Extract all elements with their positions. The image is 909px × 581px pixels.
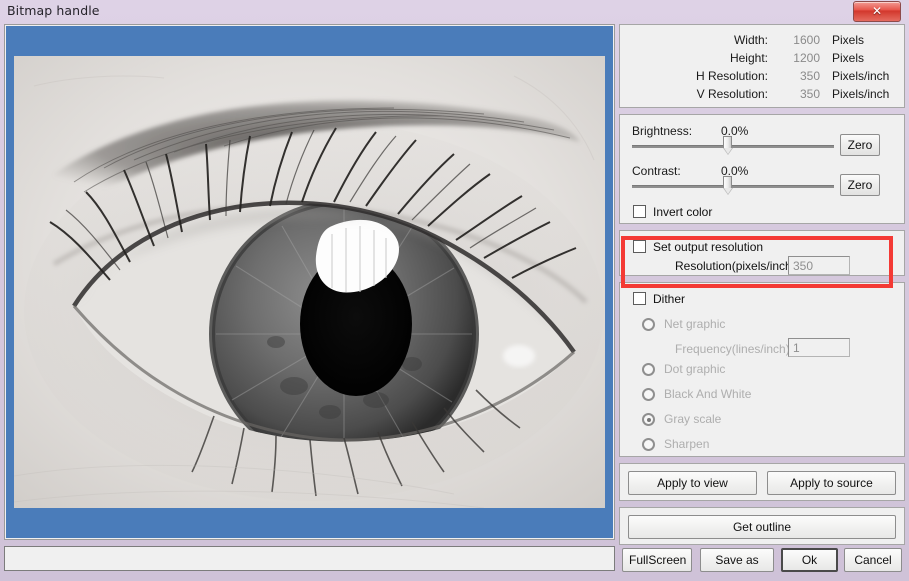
radio-black-and-white[interactable] [642, 388, 655, 401]
fullscreen-button[interactable]: FullScreen [622, 548, 692, 572]
close-button[interactable]: ✕ [853, 1, 901, 22]
radio-gray-scale-label: Gray scale [664, 412, 721, 426]
radio-black-and-white-label: Black And White [664, 387, 751, 401]
set-output-resolution-label: Set output resolution [653, 240, 763, 254]
adjust-group: Brightness: 0.0% Zero Contrast: 0.0% Zer… [619, 114, 905, 224]
get-outline-button[interactable]: Get outline [628, 515, 896, 539]
window-title: Bitmap handle [7, 3, 100, 18]
save-as-button[interactable]: Save as [700, 548, 774, 572]
radio-dot-graphic[interactable] [642, 363, 655, 376]
brightness-label: Brightness: [632, 124, 692, 138]
dither-checkbox[interactable] [633, 292, 646, 305]
title-bar: Bitmap handle ✕ [0, 0, 909, 22]
info-label: V Resolution: [620, 85, 768, 103]
frequency-label: Frequency(lines/inch): [675, 342, 793, 356]
resolution-field-label: Resolution(pixels/inch) [675, 259, 796, 273]
image-info-group: Width: 1600 Pixels Height: 1200 Pixels H… [619, 24, 905, 108]
info-unit: Pixels [832, 49, 864, 67]
controls-column: Width: 1600 Pixels Height: 1200 Pixels H… [619, 24, 905, 551]
output-resolution-group: Set output resolution Resolution(pixels/… [619, 230, 905, 276]
cancel-button[interactable]: Cancel [844, 548, 902, 572]
get-outline-group: Get outline [619, 507, 905, 545]
status-bar [4, 546, 615, 571]
letterbox-band-bottom [6, 508, 613, 538]
radio-dot-graphic-label: Dot graphic [664, 362, 725, 376]
radio-net-graphic-label: Net graphic [664, 317, 725, 331]
invert-color-checkbox[interactable] [633, 205, 646, 218]
apply-to-view-button[interactable]: Apply to view [628, 471, 757, 495]
image-preview-canvas[interactable] [6, 26, 613, 538]
dither-group: Dither Net graphic Frequency(lines/inch)… [619, 282, 905, 457]
eye-photograph [14, 56, 605, 508]
info-row-h-resolution: H Resolution: 350 Pixels/inch [620, 67, 904, 85]
contrast-zero-button[interactable]: Zero [840, 174, 880, 196]
info-value: 350 [776, 67, 820, 85]
brightness-zero-button[interactable]: Zero [840, 134, 880, 156]
info-unit: Pixels/inch [832, 85, 889, 103]
bitmap-handle-dialog: Bitmap handle ✕ [0, 0, 909, 581]
info-unit: Pixels/inch [832, 67, 889, 85]
set-output-resolution-checkbox[interactable] [633, 240, 646, 253]
info-value: 1600 [776, 31, 820, 49]
info-value: 350 [776, 85, 820, 103]
apply-to-source-button[interactable]: Apply to source [767, 471, 896, 495]
ok-button[interactable]: Ok [781, 548, 838, 572]
close-icon: ✕ [854, 2, 900, 21]
info-value: 1200 [776, 49, 820, 67]
dither-label: Dither [653, 292, 685, 306]
radio-sharpen[interactable] [642, 438, 655, 451]
image-preview-pane[interactable] [4, 24, 615, 540]
apply-buttons-group: Apply to view Apply to source [619, 463, 905, 501]
radio-net-graphic[interactable] [642, 318, 655, 331]
contrast-slider-thumb[interactable] [723, 176, 734, 197]
letterbox-band-top [6, 26, 613, 56]
info-row-height: Height: 1200 Pixels [620, 49, 904, 67]
info-label: Width: [620, 31, 768, 49]
info-label: H Resolution: [620, 67, 768, 85]
invert-color-label: Invert color [653, 205, 712, 219]
frequency-input[interactable]: 1 [788, 338, 850, 357]
resolution-input[interactable]: 350 [788, 256, 850, 275]
info-row-v-resolution: V Resolution: 350 Pixels/inch [620, 85, 904, 103]
radio-gray-scale[interactable] [642, 413, 655, 426]
radio-sharpen-label: Sharpen [664, 437, 709, 451]
info-unit: Pixels [832, 31, 864, 49]
info-row-width: Width: 1600 Pixels [620, 31, 904, 49]
contrast-label: Contrast: [632, 164, 681, 178]
info-label: Height: [620, 49, 768, 67]
brightness-slider-thumb[interactable] [723, 136, 734, 157]
